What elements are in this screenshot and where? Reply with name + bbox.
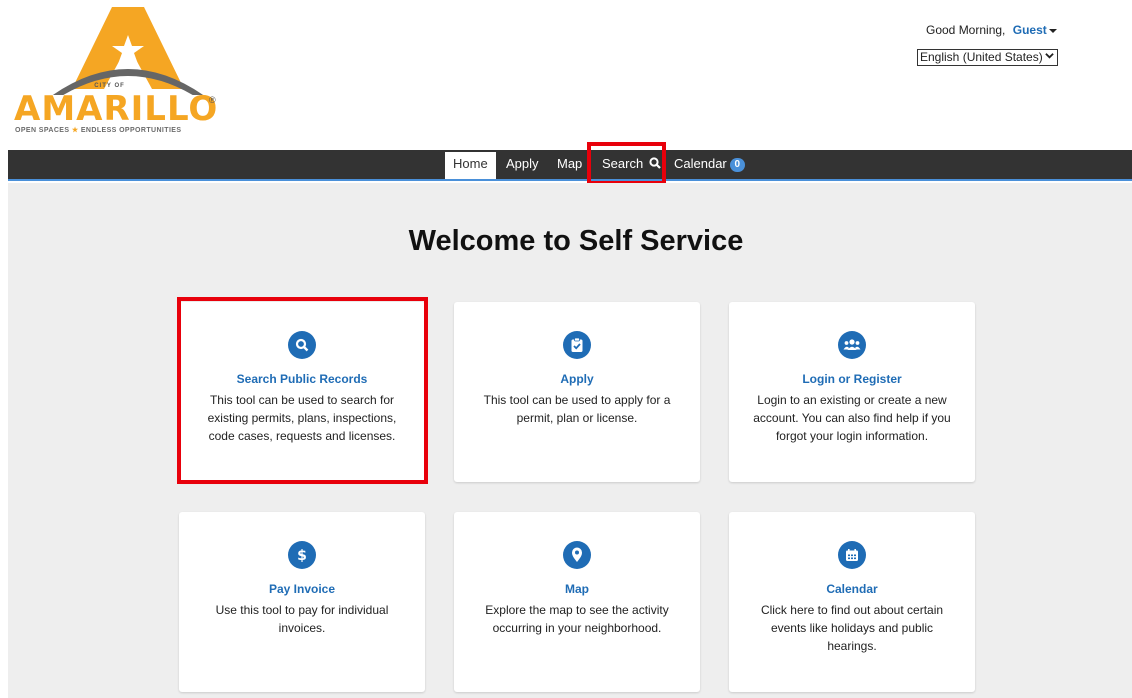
nav-calendar-label: Calendar [674, 156, 727, 171]
dollar-icon: $ [288, 541, 316, 569]
card-calendar[interactable]: Calendar Click here to find out about ce… [729, 512, 975, 692]
greeting-text: Good Morning, [926, 23, 1006, 37]
card-description: Login to an existing or create a new acc… [753, 393, 951, 443]
nav-map[interactable]: Map [557, 150, 582, 179]
main-nav: Home Apply Map Search Calendar 0 [8, 150, 1132, 181]
logo-tagline-separator: ★ [71, 127, 79, 134]
logo-tagline-right: ENDLESS OPPORTUNITIES [80, 127, 182, 134]
calendar-count-badge: 0 [729, 157, 745, 172]
card-apply[interactable]: Apply This tool can be used to apply for… [454, 302, 700, 482]
user-name: Guest [1012, 23, 1047, 37]
svg-text:$: $ [297, 548, 307, 563]
card-login-register[interactable]: Login or Register Login to an existing o… [729, 302, 975, 482]
amarillo-logo[interactable]: CITY OF AMARILLO ® OPEN SPACES ★ ENDLESS… [12, 5, 222, 135]
clipboard-check-icon [563, 331, 591, 359]
page-header: CITY OF AMARILLO ® OPEN SPACES ★ ENDLESS… [0, 0, 1132, 150]
card-title: Apply [560, 372, 594, 386]
greeting: Good Morning, Guest [926, 23, 1057, 37]
card-title: Map [565, 582, 589, 596]
language-select[interactable]: English (United States) [917, 49, 1058, 66]
card-title: Login or Register [802, 372, 902, 386]
logo-wordmark: AMARILLO [14, 89, 219, 129]
card-description: Use this tool to pay for individual invo… [215, 603, 389, 635]
card-title: Pay Invoice [268, 582, 336, 596]
logo-star-icon [52, 7, 204, 95]
logo-tagline-left: OPEN SPACES [15, 127, 70, 134]
language-value: English (United States) [920, 50, 1043, 64]
nav-home[interactable]: Home [445, 152, 496, 179]
card-map[interactable]: Map Explore the map to see the activity … [454, 512, 700, 692]
nav-apply[interactable]: Apply [506, 150, 539, 179]
user-menu[interactable]: Guest [1013, 23, 1057, 37]
logo-registered-mark: ® [209, 95, 216, 105]
chevron-down-icon [1045, 50, 1054, 65]
page-title: Welcome to Self Service [408, 225, 744, 257]
nav-calendar[interactable]: Calendar 0 [674, 150, 745, 179]
nav-map-label: Map [557, 156, 583, 171]
nav-home-label: Home [453, 156, 488, 171]
card-description: Click here to find out about certain eve… [760, 603, 944, 653]
logo-tagline: OPEN SPACES ★ ENDLESS OPPORTUNITIES [15, 126, 181, 134]
nav-apply-label: Apply [506, 156, 539, 171]
calendar-icon [838, 541, 866, 569]
caret-down-icon [1048, 28, 1057, 33]
card-description: This tool can be used to apply for a per… [483, 393, 671, 425]
card-pay-invoice[interactable]: $ Pay Invoice Use this tool to pay for i… [179, 512, 425, 692]
users-icon [838, 331, 866, 359]
card-title: Calendar [826, 582, 878, 596]
card-description: Explore the map to see the activity occu… [485, 603, 669, 635]
map-pin-icon [563, 541, 591, 569]
search-highlight-box [587, 142, 666, 185]
search-card-highlight-box [177, 297, 428, 484]
